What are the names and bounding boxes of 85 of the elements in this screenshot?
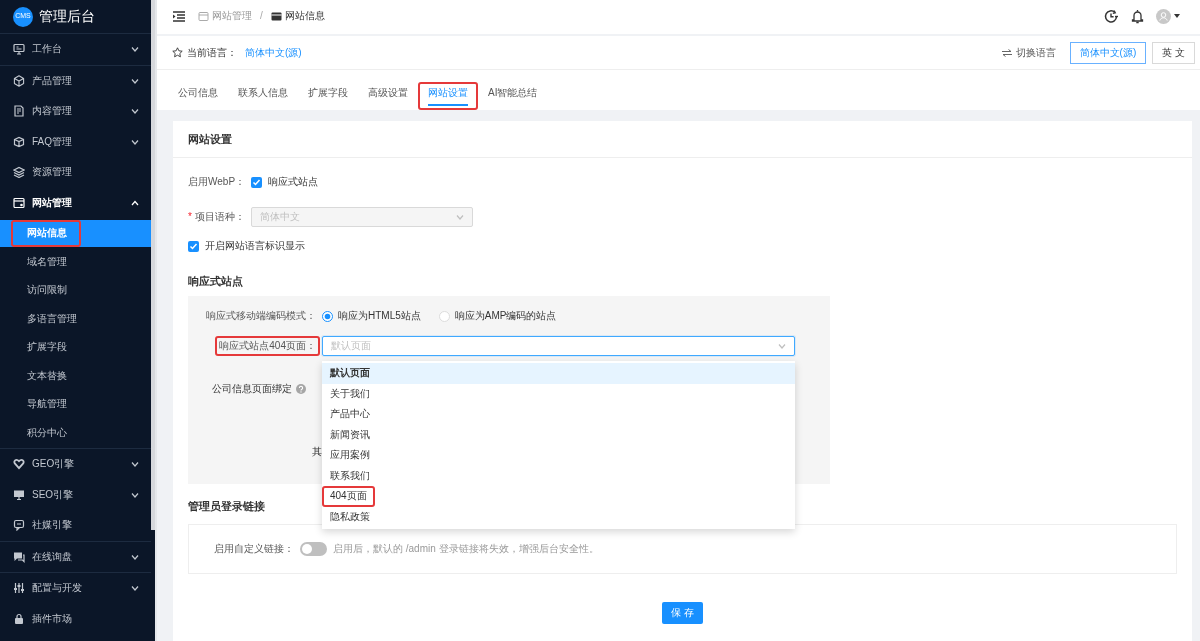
caret-icon[interactable] <box>1174 14 1180 18</box>
radio-label: 响应为AMP编码的站点 <box>454 310 557 322</box>
sidebar-subitem[interactable]: 域名管理 <box>0 248 151 275</box>
section-title: 响应式站点 <box>188 273 244 289</box>
chevron-down-icon <box>131 137 139 146</box>
radio-label: 响应为HTML5站点 <box>338 310 421 322</box>
current-language-label: 当前语言： <box>187 46 237 59</box>
monitor-icon <box>13 488 25 501</box>
sidebar-item[interactable]: SEO引擎 <box>0 479 151 510</box>
switch-language-label: 切换语言 <box>1015 46 1056 59</box>
checkbox-label: 开启网站语言标识显示 <box>205 240 305 252</box>
required-mark: * <box>188 211 192 223</box>
hint-text: 启用后，默认的 /admin 登录链接将失效，增强后台安全性。 <box>333 543 599 555</box>
star-icon <box>172 47 183 58</box>
sidebar-item[interactable]: 配置与开发 <box>0 573 151 604</box>
sidebar-item[interactable]: 工作台 <box>0 34 151 65</box>
history-icon[interactable] <box>1104 8 1119 24</box>
sidebar-item[interactable]: 在线询盘 <box>0 541 151 572</box>
tab[interactable]: 联系人信息 <box>228 82 298 110</box>
tab[interactable]: 扩展字段 <box>298 82 358 110</box>
sidebar-subitem[interactable]: 文本替换 <box>0 362 151 389</box>
tab[interactable]: AI智能总结 <box>478 82 548 110</box>
checkbox[interactable] <box>251 176 263 188</box>
sidebar-item[interactable]: GEO引擎 <box>0 449 151 480</box>
lock-icon <box>13 612 25 625</box>
package-icon <box>13 135 25 148</box>
chevron-down-icon <box>131 460 139 469</box>
field-label: 启用自定义链接： <box>214 543 294 555</box>
field-label: 启用WebP： <box>188 176 246 188</box>
browser-window-icon <box>270 10 282 22</box>
chevron-down-icon <box>131 76 139 85</box>
checkbox[interactable] <box>188 240 199 252</box>
dropdown-option[interactable]: 默认页面 <box>322 363 795 384</box>
breadcrumb-current: 网站信息 <box>284 10 325 22</box>
heart-icon <box>13 458 25 471</box>
radio-button[interactable] <box>322 310 333 322</box>
sidebar-item[interactable]: FAQ管理 <box>0 126 151 157</box>
card-title: 网站设置 <box>173 121 1192 158</box>
sidebar-item[interactable]: 社媒引擎 <box>0 510 151 541</box>
chevron-down-icon <box>131 584 139 593</box>
sidebar-subitem[interactable]: 导航管理 <box>0 391 151 418</box>
sidebar-item[interactable]: 网站管理 <box>0 187 151 218</box>
layers-icon <box>13 166 25 179</box>
language-button[interactable]: 英 文 <box>1152 41 1195 64</box>
chat-icon <box>13 550 25 563</box>
menu-icon[interactable] <box>172 10 185 22</box>
sidebar-subitem[interactable]: 访问限制 <box>0 277 151 304</box>
sidebar-subitem[interactable]: 扩展字段 <box>0 334 151 361</box>
browser-window-icon <box>13 196 25 209</box>
chevron-down-icon <box>131 552 139 561</box>
document-icon <box>13 105 25 118</box>
sidebar-subitem[interactable]: 积分中心 <box>0 419 151 446</box>
chevron-up-icon <box>131 198 139 207</box>
field-label: 项目语种： <box>194 211 245 223</box>
field-label: 响应式移动端编码模式： <box>205 309 317 323</box>
dropdown-option[interactable]: 404页面 <box>322 486 375 507</box>
sliders-icon <box>13 582 25 595</box>
sidebar-item[interactable]: 内容管理 <box>0 96 151 127</box>
display-icon <box>13 43 25 56</box>
sidebar-item[interactable]: 插件市场 <box>0 603 151 634</box>
swap-icon <box>1001 48 1012 57</box>
field-label: 其 <box>312 446 322 458</box>
app-title: 管理后台 <box>39 8 95 25</box>
sidebar-item[interactable]: 资源管理 <box>0 157 151 188</box>
chevron-down-icon <box>778 342 786 350</box>
breadcrumb-separator: / <box>260 10 263 22</box>
toggle-switch[interactable] <box>300 542 327 556</box>
chevron-down-icon <box>131 107 139 116</box>
field-label: 响应式站点404页面： <box>215 336 320 356</box>
help-icon[interactable] <box>296 384 306 394</box>
chevron-down-icon <box>131 490 139 499</box>
cube-icon <box>13 74 25 87</box>
section-title: 管理员登录链接 <box>188 498 266 514</box>
checkbox-label: 响应式站点 <box>268 176 319 188</box>
bell-icon[interactable] <box>1131 8 1144 24</box>
chat-card-icon <box>13 519 25 532</box>
chevron-down-icon <box>455 213 464 221</box>
sidebar-item[interactable]: 产品管理 <box>0 65 151 96</box>
chevron-down-icon <box>131 45 139 54</box>
tab[interactable]: 公司信息 <box>168 82 228 110</box>
browser-window-icon <box>198 10 209 22</box>
scrollbar-thumb[interactable] <box>151 0 155 530</box>
field-label: 公司信息页面绑定 <box>212 383 292 395</box>
tab[interactable]: 高级设置 <box>358 82 418 110</box>
sidebar-subitem[interactable]: 多语言管理 <box>0 305 151 332</box>
